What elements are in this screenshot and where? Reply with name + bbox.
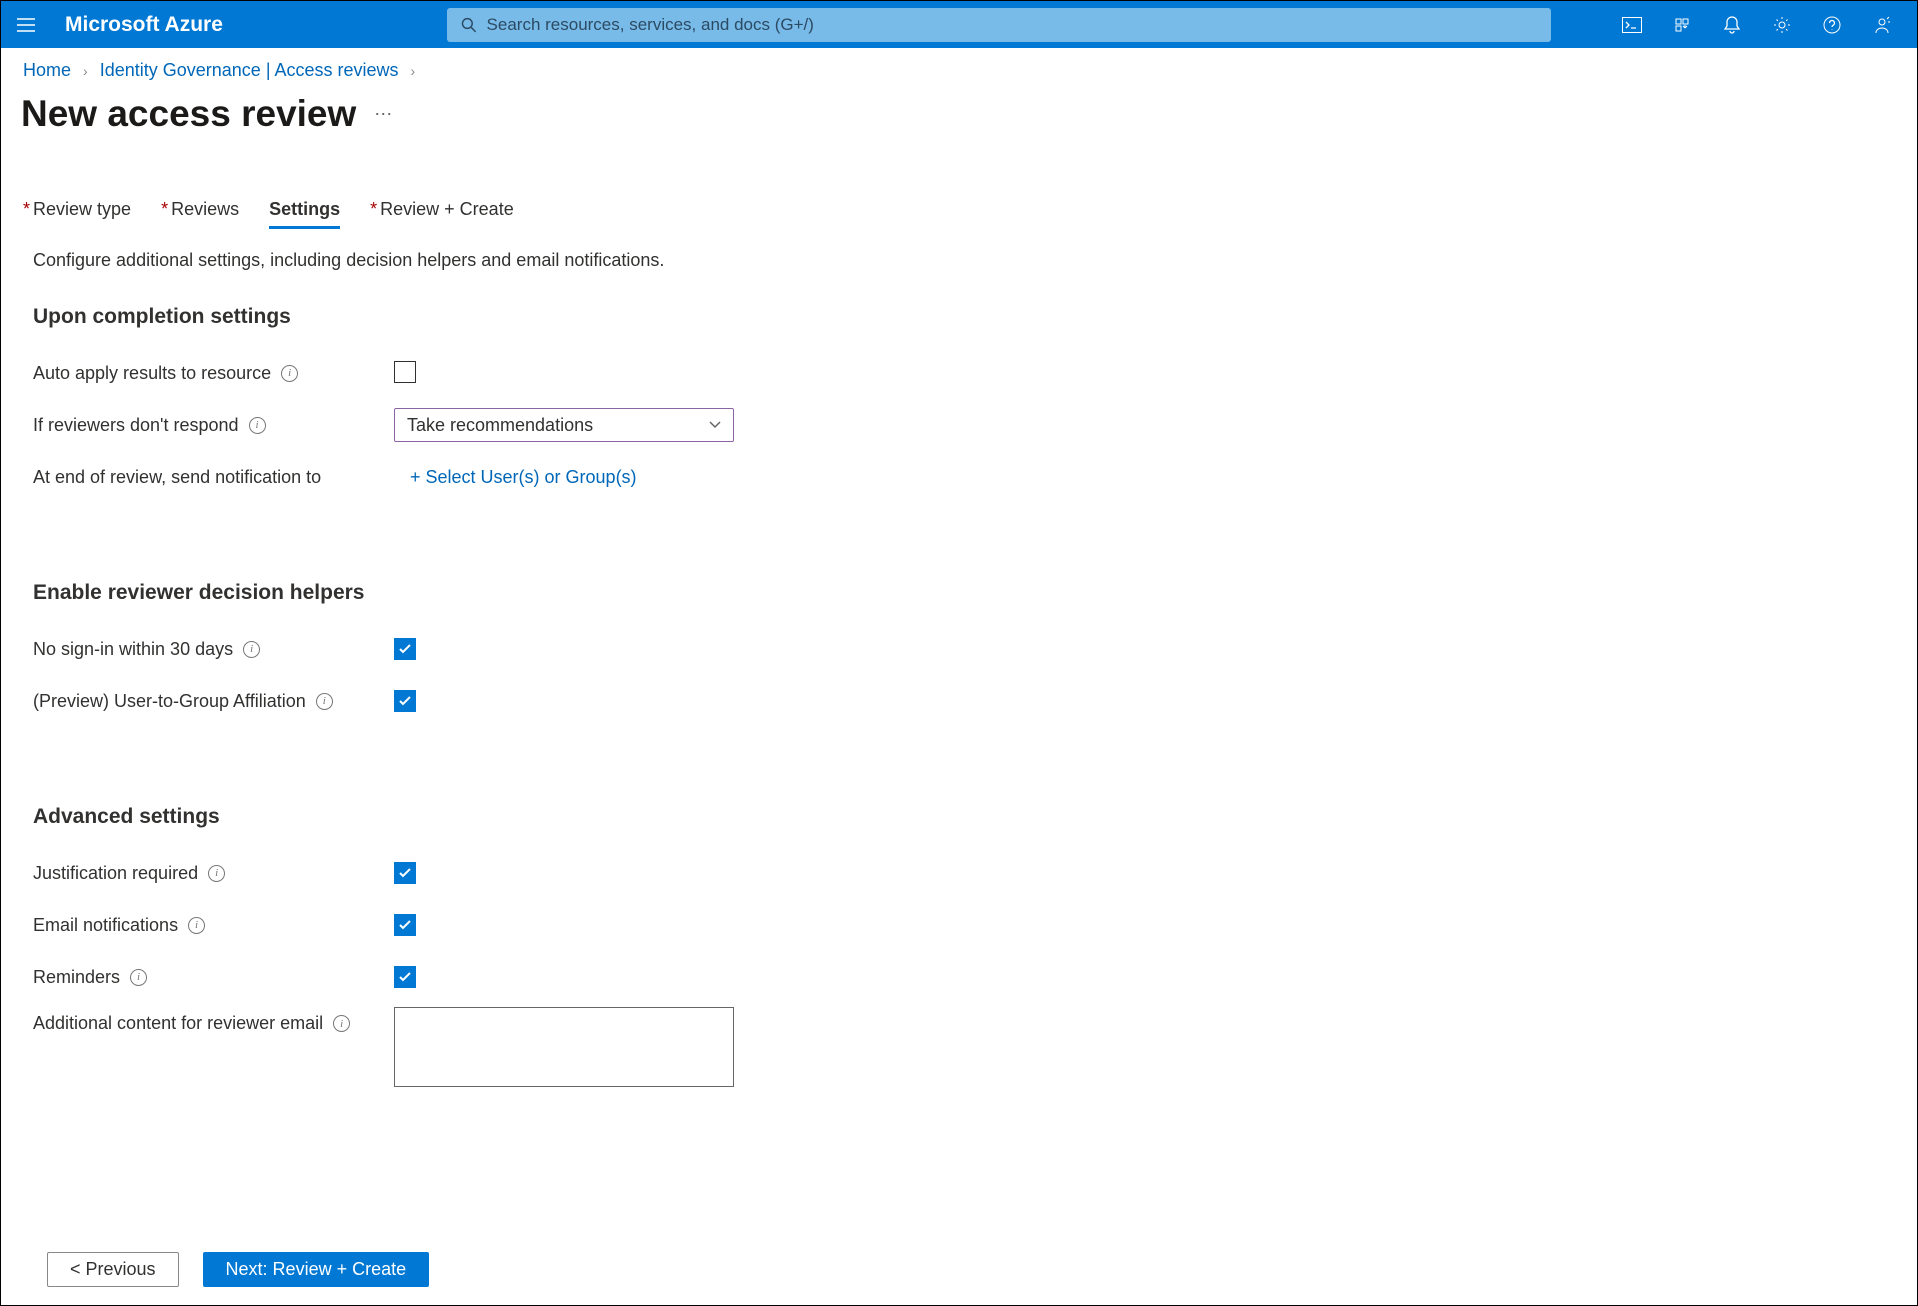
checkbox-justification[interactable] (394, 862, 416, 884)
header-toolbar (1607, 1, 1907, 48)
label-no-signin: No sign-in within 30 days (33, 639, 233, 660)
section-advanced-title: Advanced settings (33, 805, 1885, 829)
label-auto-apply: Auto apply results to resource (33, 363, 271, 384)
select-value: Take recommendations (407, 415, 593, 436)
info-icon[interactable]: i (249, 417, 266, 434)
directories-icon[interactable] (1657, 1, 1707, 48)
section-helpers-title: Enable reviewer decision helpers (33, 581, 1885, 605)
search-container (447, 8, 1551, 42)
row-affiliation: (Preview) User-to-Group Affiliation i (33, 679, 1885, 723)
label-notify: At end of review, send notification to (33, 467, 321, 488)
row-email-notifications: Email notifications i (33, 903, 1885, 947)
help-icon[interactable] (1807, 1, 1857, 48)
select-no-respond[interactable]: Take recommendations (394, 408, 734, 442)
global-search[interactable] (447, 8, 1551, 42)
chevron-down-icon (709, 421, 721, 429)
info-icon[interactable]: i (130, 969, 147, 986)
info-icon[interactable]: i (333, 1015, 350, 1032)
textarea-additional-content[interactable] (394, 1007, 734, 1087)
tab-label: Review + Create (380, 199, 514, 219)
chevron-right-icon: › (83, 63, 88, 79)
info-icon[interactable]: i (243, 641, 260, 658)
info-icon[interactable]: i (208, 865, 225, 882)
top-header: Microsoft Azure (1, 1, 1917, 48)
notifications-icon[interactable] (1707, 1, 1757, 48)
checkbox-no-signin[interactable] (394, 638, 416, 660)
tabs: *Review type *Reviews Settings *Review +… (1, 135, 1917, 228)
settings-content: Configure additional settings, including… (1, 228, 1917, 1090)
page-title: New access review (21, 93, 356, 135)
settings-icon[interactable] (1757, 1, 1807, 48)
section-completion-title: Upon completion settings (33, 305, 1885, 329)
row-no-respond: If reviewers don't respond i Take recomm… (33, 403, 1885, 447)
link-select-users[interactable]: + Select User(s) or Group(s) (410, 467, 637, 487)
row-notify: At end of review, send notification to +… (33, 455, 1885, 499)
tab-review-type[interactable]: *Review type (23, 199, 131, 228)
label-affiliation: (Preview) User-to-Group Affiliation (33, 691, 306, 712)
chevron-right-icon: › (411, 63, 416, 79)
hamburger-menu-icon[interactable] (11, 10, 41, 40)
tab-reviews[interactable]: *Reviews (161, 199, 239, 228)
tab-label: Review type (33, 199, 131, 219)
row-auto-apply: Auto apply results to resource i (33, 351, 1885, 395)
row-no-signin: No sign-in within 30 days i (33, 627, 1885, 671)
cloud-shell-icon[interactable] (1607, 1, 1657, 48)
search-input[interactable] (487, 15, 1537, 35)
tab-settings[interactable]: Settings (269, 199, 340, 228)
label-email-notifications: Email notifications (33, 915, 178, 936)
breadcrumb-home[interactable]: Home (23, 60, 71, 80)
more-actions-icon[interactable]: ⋯ (374, 104, 394, 125)
info-icon[interactable]: i (316, 693, 333, 710)
info-icon[interactable]: i (281, 365, 298, 382)
search-icon (461, 17, 477, 33)
breadcrumb: Home › Identity Governance | Access revi… (1, 48, 1917, 81)
settings-description: Configure additional settings, including… (33, 250, 1885, 271)
tab-label: Settings (269, 199, 340, 219)
checkbox-email-notifications[interactable] (394, 914, 416, 936)
feedback-icon[interactable] (1857, 1, 1907, 48)
next-button[interactable]: Next: Review + Create (203, 1252, 430, 1287)
row-reminders: Reminders i (33, 955, 1885, 999)
label-justification: Justification required (33, 863, 198, 884)
info-icon[interactable]: i (188, 917, 205, 934)
checkbox-affiliation[interactable] (394, 690, 416, 712)
row-additional-content: Additional content for reviewer email i (33, 1007, 1885, 1090)
wizard-footer: < Previous Next: Review + Create (1, 1236, 1917, 1305)
label-reminders: Reminders (33, 967, 120, 988)
tab-label: Reviews (171, 199, 239, 219)
checkbox-auto-apply[interactable] (394, 361, 416, 383)
label-additional-content: Additional content for reviewer email (33, 1013, 323, 1034)
tab-review-create[interactable]: *Review + Create (370, 199, 514, 228)
checkbox-reminders[interactable] (394, 966, 416, 988)
previous-button[interactable]: < Previous (47, 1252, 179, 1287)
brand-label: Microsoft Azure (65, 13, 223, 37)
breadcrumb-identity-governance[interactable]: Identity Governance | Access reviews (100, 60, 399, 80)
row-justification: Justification required i (33, 851, 1885, 895)
label-no-respond: If reviewers don't respond (33, 415, 239, 436)
page-title-row: New access review ⋯ (1, 81, 1917, 135)
